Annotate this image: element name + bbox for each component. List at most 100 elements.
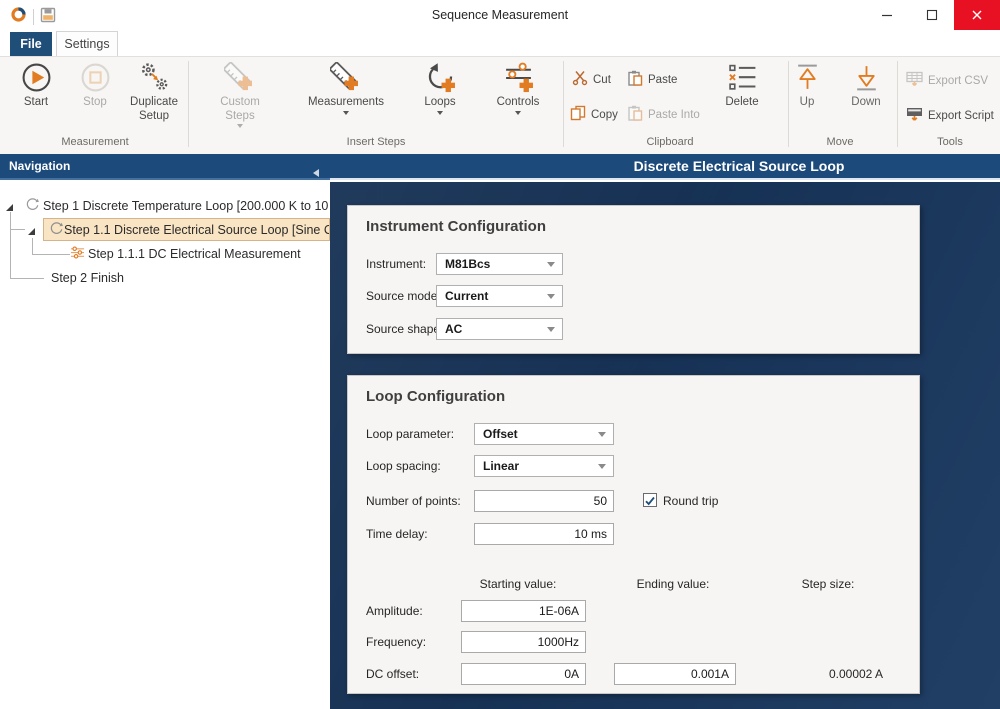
- custom-steps-icon: [224, 59, 256, 93]
- source-shape-label: Source shape:: [366, 322, 443, 336]
- source-mode-label: Source mode:: [366, 289, 441, 303]
- group-label-insert-steps: Insert Steps: [347, 136, 406, 148]
- amplitude-starting-input[interactable]: [461, 600, 586, 622]
- ribbon: Start Stop Duplicate Setup Measur: [0, 56, 1000, 154]
- tree-item-step-1-1-selected[interactable]: Step 1.1 Discrete Electrical Source Loop…: [43, 218, 330, 241]
- stop-button: Stop: [69, 59, 121, 143]
- maximize-icon: [926, 9, 938, 21]
- step-tree: Step 1 Discrete Temperature Loop [200.00…: [0, 182, 330, 709]
- titlebar: Sequence Measurement: [0, 0, 1000, 30]
- amplitude-label: Amplitude:: [366, 604, 423, 618]
- chevron-down-icon: [547, 294, 555, 299]
- chevron-down-icon: [547, 327, 555, 332]
- stop-icon: [80, 59, 111, 93]
- starting-value-header: Starting value:: [448, 577, 588, 591]
- tree-item-step-2[interactable]: Step 2 Finish: [48, 266, 330, 290]
- group-separator: [188, 61, 189, 147]
- dropdown-caret-icon: [343, 111, 349, 115]
- duplicate-setup-button[interactable]: Duplicate Setup: [123, 59, 185, 143]
- chevron-down-icon: [598, 432, 606, 437]
- export-script-icon: [906, 106, 923, 125]
- time-delay-label: Time delay:: [366, 527, 428, 541]
- dropdown-caret-icon: [515, 111, 521, 115]
- paste-button[interactable]: Paste: [627, 70, 677, 89]
- loop-configuration-card: Loop Configuration Loop parameter: Offse…: [347, 375, 920, 694]
- delete-icon: [727, 59, 758, 93]
- group-label-measurement: Measurement: [61, 136, 128, 148]
- loops-button[interactable]: Loops: [406, 59, 474, 143]
- group-separator: [563, 61, 564, 147]
- app-window: Sequence Measurement File Settings Start…: [0, 0, 1000, 709]
- loop-step-icon: [25, 197, 40, 215]
- loop-parameter-label: Loop parameter:: [366, 427, 454, 441]
- section-title: Instrument Configuration: [366, 218, 546, 235]
- frequency-label: Frequency:: [366, 635, 426, 649]
- dropdown-caret-icon: [437, 111, 443, 115]
- loop-step-icon: [49, 221, 64, 239]
- maximize-button[interactable]: [914, 0, 950, 30]
- time-delay-input[interactable]: [474, 523, 614, 545]
- step-size-header: Step size:: [758, 577, 898, 591]
- tree-connector: [32, 238, 33, 254]
- tree-item-step-1-1-1[interactable]: Step 1.1.1 DC Electrical Measurement: [70, 242, 330, 266]
- number-of-points-input[interactable]: [474, 490, 614, 512]
- delete-button[interactable]: Delete: [712, 59, 772, 143]
- window-title: Sequence Measurement: [0, 0, 1000, 30]
- group-label-clipboard: Clipboard: [646, 136, 693, 148]
- controls-button[interactable]: Controls: [484, 59, 552, 143]
- section-title: Loop Configuration: [366, 388, 505, 405]
- down-arrow-icon: [851, 59, 882, 93]
- instrument-dropdown[interactable]: M81Bcs: [436, 253, 563, 275]
- source-mode-dropdown[interactable]: Current: [436, 285, 563, 307]
- group-label-move: Move: [827, 136, 854, 148]
- measurements-button[interactable]: Measurements: [300, 59, 392, 143]
- minimize-button[interactable]: [869, 0, 905, 30]
- instrument-label: Instrument:: [366, 257, 426, 271]
- start-button[interactable]: Start: [10, 59, 62, 143]
- group-separator: [897, 61, 898, 147]
- paste-into-icon: [627, 105, 643, 124]
- tab-settings[interactable]: Settings: [56, 31, 118, 56]
- close-button[interactable]: [954, 0, 1000, 30]
- measurement-step-icon: [70, 245, 85, 263]
- ribbon-tabs: File Settings: [0, 30, 1000, 56]
- tab-file[interactable]: File: [10, 32, 52, 56]
- round-trip-label: Round trip: [663, 494, 718, 508]
- round-trip-checkbox[interactable]: [643, 493, 657, 507]
- navigation-header: Navigation: [0, 154, 330, 180]
- controls-icon: [503, 59, 534, 93]
- copy-icon: [570, 105, 586, 124]
- paste-into-button: Paste Into: [627, 105, 700, 124]
- source-shape-dropdown[interactable]: AC: [436, 318, 563, 340]
- tree-connector: [32, 254, 70, 255]
- chevron-down-icon: [547, 262, 555, 267]
- measurements-icon: [330, 59, 362, 93]
- up-button[interactable]: Up: [785, 59, 829, 143]
- dc-offset-ending-input[interactable]: [614, 663, 736, 685]
- loop-spacing-dropdown[interactable]: Linear: [474, 455, 614, 477]
- navigation-panel: Navigation Step 1 Discrete Temperature L…: [0, 154, 330, 709]
- copy-button[interactable]: Copy: [570, 105, 618, 124]
- export-csv-button: Export CSV: [906, 71, 988, 90]
- instrument-configuration-card: Instrument Configuration Instrument: M81…: [347, 205, 920, 354]
- tree-item-step-1[interactable]: Step 1 Discrete Temperature Loop [200.00…: [25, 194, 330, 218]
- start-icon: [21, 59, 52, 93]
- dc-offset-starting-input[interactable]: [461, 663, 586, 685]
- minimize-icon: [881, 9, 893, 21]
- dc-offset-step-size-value: 0.00002 A: [788, 667, 924, 681]
- close-icon: [971, 9, 983, 21]
- export-csv-icon: [906, 71, 923, 90]
- expander-icon[interactable]: [5, 201, 14, 215]
- duplicate-setup-icon: [139, 59, 170, 93]
- export-script-button[interactable]: Export Script: [906, 106, 994, 125]
- down-button[interactable]: Down: [842, 59, 890, 143]
- expander-icon[interactable]: [27, 225, 36, 239]
- frequency-starting-input[interactable]: [461, 631, 586, 653]
- loops-icon: [425, 59, 456, 93]
- cut-button[interactable]: Cut: [572, 70, 611, 89]
- up-arrow-icon: [792, 59, 823, 93]
- dropdown-caret-icon: [237, 124, 243, 128]
- loop-parameter-dropdown[interactable]: Offset: [474, 423, 614, 445]
- page-title: Discrete Electrical Source Loop: [330, 154, 1000, 180]
- paste-icon: [627, 70, 643, 89]
